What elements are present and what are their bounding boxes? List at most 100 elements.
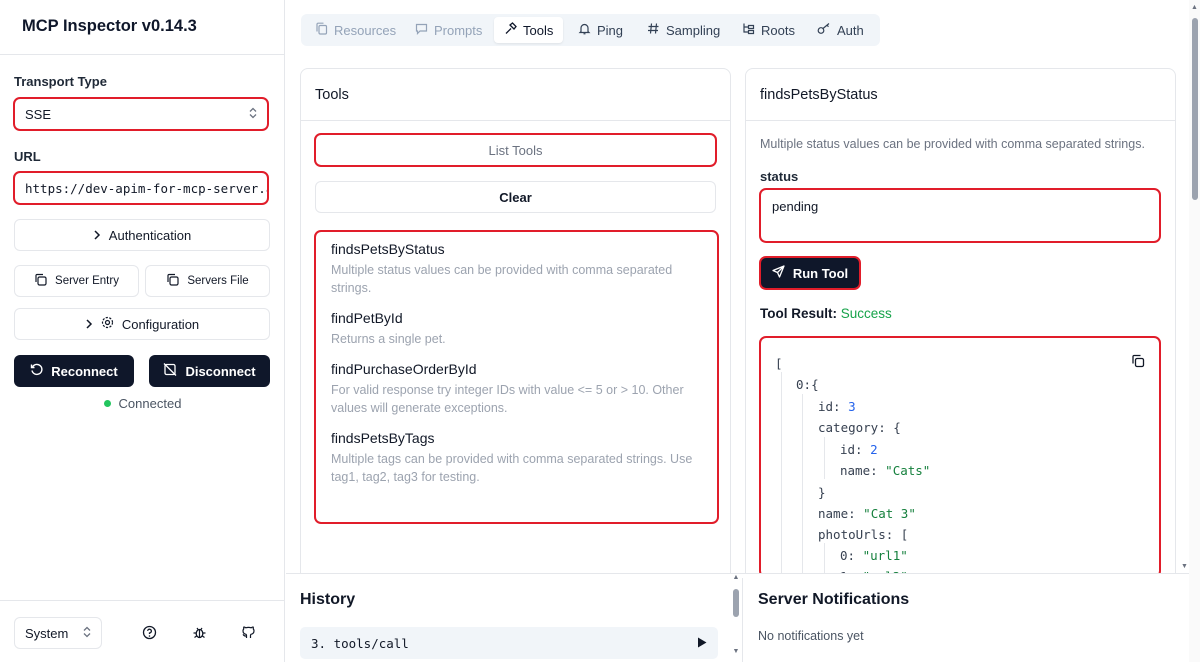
tab-roots[interactable]: Roots [732, 17, 805, 43]
json-line: category: { [818, 420, 901, 435]
history-item[interactable]: 3. tools/call [300, 627, 718, 659]
authentication-label: Authentication [108, 227, 192, 243]
status-param-value: pending [772, 199, 819, 214]
json-line: photoUrls: [ [818, 527, 909, 542]
history-scrollbar[interactable] [733, 589, 739, 617]
tab-sampling[interactable]: Sampling [637, 17, 730, 43]
tab-prompts[interactable]: Prompts [405, 17, 492, 43]
tab-ping[interactable]: Ping [568, 17, 633, 43]
chevron-right-icon [93, 228, 101, 243]
disconnect-button[interactable]: Disconnect [149, 355, 270, 387]
copy-icon [166, 273, 179, 289]
tool-detail-description: Multiple status values can be provided w… [760, 137, 1145, 151]
page-scrollbar-thumb[interactable] [1192, 18, 1198, 200]
status-text: Connected [118, 396, 182, 411]
chevron-right-icon [85, 317, 93, 332]
tab-label: Prompts [434, 22, 483, 38]
tool-description: Multiple tags can be provided with comma… [331, 452, 693, 484]
app-title: MCP Inspector v0.14.3 [22, 17, 197, 35]
reconnect-label: Reconnect [51, 363, 118, 379]
hammer-icon [504, 22, 517, 38]
tab-resources[interactable]: Resources [305, 17, 406, 43]
tool-result-status: Success [840, 306, 892, 321]
tool-name: findsPetsByTags [331, 430, 435, 446]
tab-label: Tools [523, 22, 554, 38]
key-icon [817, 22, 831, 38]
transport-type-label: Transport Type [14, 74, 107, 89]
sidebar: MCP Inspector v0.14.3 Transport Type SSE… [0, 0, 285, 662]
tool-result-heading: Tool Result: Success [760, 306, 892, 321]
run-tool-label: Run Tool [792, 265, 849, 281]
page-scrollbar[interactable]: ▲ [1189, 0, 1200, 662]
tool-result-json: [ 0:{ id: 3 category: { id: 2 name: "Cat… [759, 336, 1161, 578]
indent-guide [824, 543, 825, 576]
run-tool-button[interactable]: Run Tool [759, 256, 861, 290]
tab-label: Roots [761, 22, 795, 38]
json-line: 0: "url1" [840, 548, 908, 563]
scroll-up-arrow-icon[interactable]: ▲ [1191, 4, 1198, 11]
status-param-input[interactable]: pending [759, 188, 1161, 243]
folder-tree-icon [742, 22, 755, 38]
reconnect-button[interactable]: Reconnect [14, 355, 134, 387]
tab-tools[interactable]: Tools [494, 17, 564, 43]
indent-guide [802, 394, 803, 576]
tab-label: Ping [597, 22, 624, 38]
unplug-icon [163, 363, 177, 379]
param-label: status [760, 169, 799, 184]
scroll-down-arrow-icon[interactable]: ▼ [1179, 563, 1190, 574]
authentication-button[interactable]: Authentication [14, 219, 270, 251]
json-line: } [818, 485, 826, 500]
transport-type-value: SSE [25, 106, 52, 122]
list-tools-button[interactable]: List Tools [314, 133, 717, 167]
disconnect-label: Disconnect [185, 363, 256, 379]
tool-name: findsPetsByStatus [331, 241, 445, 257]
play-icon[interactable] [697, 636, 707, 651]
json-line: id: 3 [818, 399, 856, 414]
tool-list: findsPetsByStatus Multiple status values… [314, 230, 719, 524]
json-line: id: 2 [840, 442, 878, 457]
send-icon [772, 265, 785, 281]
divider [0, 600, 285, 601]
tool-item-finds-pets-by-tags[interactable]: findsPetsByTags Multiple tags can be pro… [331, 429, 702, 486]
tools-card-title: Tools [301, 69, 730, 121]
url-input[interactable]: https://dev-apim-for-mcp-server.az [13, 171, 269, 205]
chevron-updown-icon [83, 626, 91, 641]
scroll-up-arrow-icon[interactable]: ▲ [730, 574, 742, 586]
tab-label: Sampling [666, 22, 721, 38]
tool-item-finds-pets-by-status[interactable]: findsPetsByStatus Multiple status values… [331, 240, 702, 297]
configuration-label: Configuration [121, 316, 200, 332]
help-icon[interactable] [137, 620, 161, 644]
tab-bar: Resources Prompts Tools Ping Sampling Ro… [301, 14, 880, 46]
tool-description: For valid response try integer IDs with … [331, 383, 684, 415]
copy-icon[interactable] [1131, 354, 1145, 372]
notifications-title: Server Notifications [758, 591, 910, 608]
json-line: [ [775, 356, 783, 371]
tool-item-find-purchase-order-by-id[interactable]: findPurchaseOrderById For valid response… [331, 360, 702, 417]
transport-type-select[interactable]: SSE [13, 97, 269, 131]
theme-select[interactable]: System [14, 617, 102, 649]
clear-button[interactable]: Clear [315, 181, 716, 213]
tool-name: findPurchaseOrderById [331, 361, 477, 377]
github-icon[interactable] [236, 620, 260, 644]
server-entry-label: Server Entry [55, 275, 119, 287]
history-item-text: 3. tools/call [311, 635, 409, 651]
tool-detail-card: findsPetsByStatus Multiple status values… [745, 68, 1176, 588]
tool-description: Returns a single pet. [331, 332, 446, 346]
tool-detail-title: findsPetsByStatus [746, 69, 1175, 121]
indent-guide [824, 437, 825, 479]
tools-card: Tools List Tools Clear findsPetsByStatus… [300, 68, 731, 588]
files-icon [315, 22, 328, 38]
tool-item-find-pet-by-id[interactable]: findPetById Returns a single pet. [331, 309, 702, 348]
server-entry-button[interactable]: Server Entry [14, 265, 139, 297]
tab-label: Resources [334, 22, 397, 38]
chevron-updown-icon [249, 107, 257, 122]
bug-icon[interactable] [187, 620, 211, 644]
servers-file-button[interactable]: Servers File [145, 265, 270, 297]
scroll-down-arrow-icon[interactable]: ▼ [730, 648, 742, 660]
indent-guide [781, 372, 782, 576]
json-line: name: "Cat 3" [818, 506, 916, 521]
json-line: 0:{ [796, 377, 819, 392]
configuration-button[interactable]: Configuration [14, 308, 270, 340]
copy-icon [34, 273, 47, 289]
tab-auth[interactable]: Auth [807, 17, 874, 43]
